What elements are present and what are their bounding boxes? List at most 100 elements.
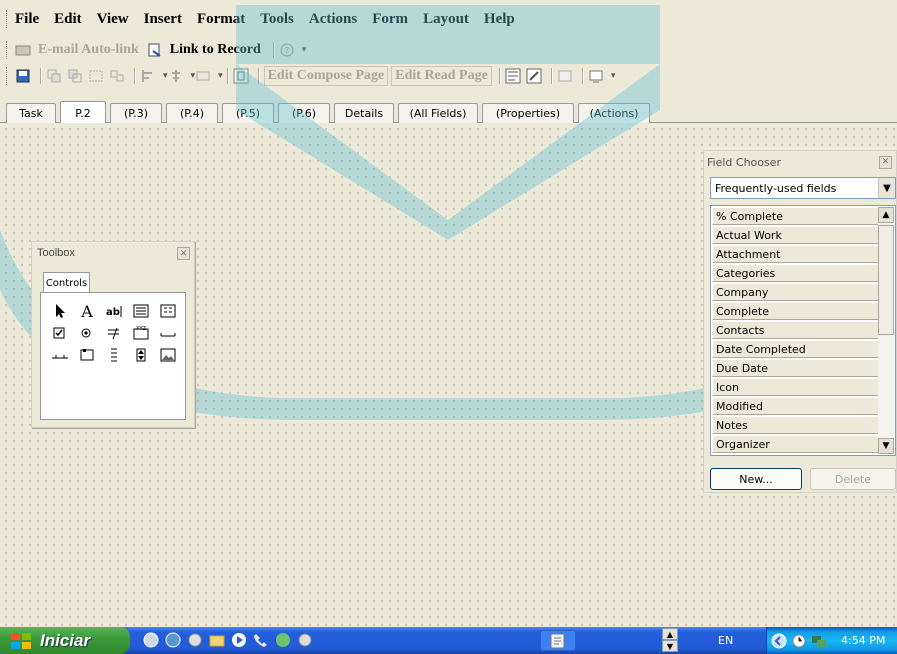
field-set-select[interactable]: Frequently-used fields ▼ <box>710 177 896 199</box>
textbox-icon[interactable]: ab <box>103 301 125 321</box>
combo-box-icon[interactable] <box>103 323 125 343</box>
taskbar-scroll[interactable]: ▲ ▼ <box>662 628 678 653</box>
chevron-up-icon[interactable]: ▲ <box>662 628 678 640</box>
phone-icon[interactable] <box>252 631 270 649</box>
label-icon[interactable]: A <box>76 301 98 321</box>
chevron-down-icon[interactable]: ▼ <box>662 640 678 652</box>
send-to-back-icon[interactable] <box>67 68 83 84</box>
command-button-icon[interactable] <box>157 323 179 343</box>
toolbox-panel[interactable]: Toolbox ✕ Controls A ab XYZ <box>31 241 195 428</box>
expand-tray-icon[interactable] <box>771 633 787 649</box>
snap-to-grid-icon[interactable] <box>233 68 249 84</box>
image-icon[interactable] <box>157 345 179 365</box>
tab-actions[interactable]: (Actions) <box>578 103 650 123</box>
field-item[interactable]: Notes <box>712 416 880 434</box>
menu-layout[interactable]: Layout <box>423 11 469 28</box>
publish-form-icon[interactable] <box>15 68 31 84</box>
quick-launch-icon[interactable] <box>142 631 160 649</box>
scroll-down-icon[interactable]: ▼ <box>878 438 894 454</box>
toolbox-titlebar[interactable]: Toolbox ✕ <box>32 242 194 264</box>
search-icon[interactable] <box>296 631 314 649</box>
properties-icon[interactable] <box>557 68 573 84</box>
menu-format[interactable]: Format <box>197 11 245 28</box>
menu-actions[interactable]: Actions <box>309 11 357 28</box>
scroll-up-icon[interactable]: ▲ <box>878 207 894 223</box>
field-item[interactable]: % Complete <box>712 207 880 225</box>
field-item[interactable]: Complete <box>712 302 880 320</box>
menu-insert[interactable]: Insert <box>144 11 182 28</box>
field-list[interactable]: % Complete Actual Work Attachment Catego… <box>710 205 896 456</box>
toolbar-options-icon[interactable]: ▾ <box>611 71 616 81</box>
field-chooser-icon[interactable] <box>505 68 521 84</box>
tab-p2[interactable]: P.2 <box>60 101 106 124</box>
field-item[interactable]: Contacts <box>712 321 880 339</box>
field-item[interactable]: Organizer <box>712 435 880 453</box>
align-left-icon[interactable] <box>140 68 156 84</box>
clock[interactable]: 4:54 PM <box>841 634 885 647</box>
option-group-icon[interactable] <box>157 301 179 321</box>
multi-page-icon[interactable] <box>76 345 98 365</box>
select-objects-icon[interactable] <box>49 301 71 321</box>
tab-p3[interactable]: (P.3) <box>110 103 162 123</box>
menubar-grip[interactable] <box>6 10 9 28</box>
tab-strip-icon[interactable] <box>49 345 71 365</box>
network-icon[interactable] <box>811 633 827 649</box>
clock-tray-icon[interactable] <box>791 633 807 649</box>
taskbar-app-button[interactable] <box>540 630 576 651</box>
tab-p4[interactable]: (P.4) <box>166 103 218 123</box>
field-chooser-titlebar[interactable]: Field Chooser ✕ <box>704 151 896 173</box>
toolbar-grip[interactable] <box>6 67 9 85</box>
tab-details[interactable]: Details <box>334 103 394 123</box>
frame-icon[interactable] <box>130 301 152 321</box>
chevron-down-icon[interactable]: ▼ <box>878 178 895 198</box>
link-to-record-button[interactable]: Link to Record <box>168 40 263 60</box>
option-button-icon[interactable] <box>76 323 98 343</box>
toolbar-grip[interactable] <box>6 41 9 59</box>
center-icon[interactable] <box>168 68 184 84</box>
edit-read-page-button[interactable]: Edit Read Page <box>391 66 492 86</box>
close-icon[interactable]: ✕ <box>879 155 892 169</box>
start-button[interactable]: Iniciar <box>0 627 130 654</box>
view-code-icon[interactable] <box>588 68 604 84</box>
help-icon[interactable]: ? <box>279 42 295 58</box>
tab-p5[interactable]: (P.5) <box>222 103 274 123</box>
menu-form[interactable]: Form <box>372 11 408 28</box>
edit-compose-page-button[interactable]: Edit Compose Page <box>263 66 389 86</box>
new-field-button[interactable]: New... <box>710 468 802 490</box>
field-item[interactable]: Actual Work <box>712 226 880 244</box>
field-item[interactable]: Date Completed <box>712 340 880 358</box>
tab-properties[interactable]: (Properties) <box>482 103 574 123</box>
tab-controls[interactable]: Controls <box>43 272 90 293</box>
tab-task[interactable]: Task <box>6 103 56 123</box>
messenger-icon[interactable] <box>274 631 292 649</box>
field-item[interactable]: Due Date <box>712 359 880 377</box>
language-indicator[interactable]: EN <box>718 634 733 647</box>
checkbox-icon[interactable] <box>49 323 71 343</box>
folder-icon[interactable] <box>208 631 226 649</box>
field-item[interactable]: Modified <box>712 397 880 415</box>
scroll-bar-icon[interactable] <box>103 345 125 365</box>
settings-icon[interactable] <box>186 631 204 649</box>
toolbar-options-icon[interactable]: ▾ <box>302 45 307 55</box>
menu-help[interactable]: Help <box>484 11 515 28</box>
field-item[interactable]: Icon <box>712 378 880 396</box>
size-dropdown-icon[interactable]: ▾ <box>218 71 223 81</box>
field-item[interactable]: Attachment <box>712 245 880 263</box>
scrollbar-thumb[interactable] <box>878 225 894 335</box>
email-autolink-button[interactable]: E-mail Auto-link <box>36 40 141 60</box>
menu-view[interactable]: View <box>97 11 129 28</box>
menu-file[interactable]: File <box>15 11 39 28</box>
browser-icon[interactable] <box>164 631 182 649</box>
bring-to-front-icon[interactable] <box>46 68 62 84</box>
delete-field-button[interactable]: Delete <box>810 468 896 490</box>
ungroup-icon[interactable] <box>109 68 125 84</box>
media-player-icon[interactable] <box>230 631 248 649</box>
group-icon[interactable] <box>88 68 104 84</box>
field-list-scrollbar[interactable]: ▲ ▼ <box>878 207 894 454</box>
field-chooser-panel[interactable]: Field Chooser ✕ Frequently-used fields ▼… <box>703 150 897 493</box>
control-toolbox-icon[interactable] <box>526 68 542 84</box>
tab-p6[interactable]: (P.6) <box>278 103 330 123</box>
menu-edit[interactable]: Edit <box>54 11 82 28</box>
tab-all-fields[interactable]: (All Fields) <box>398 103 478 123</box>
field-item[interactable]: Company <box>712 283 880 301</box>
